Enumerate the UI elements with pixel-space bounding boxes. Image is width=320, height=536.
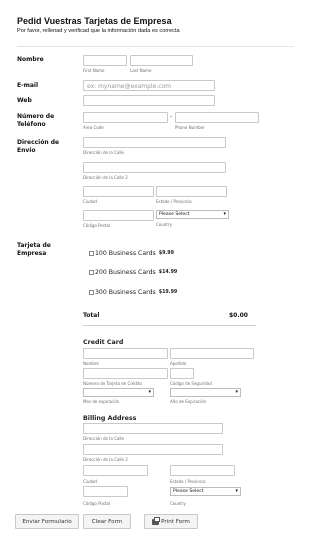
checkbox-300[interactable] [89,290,94,295]
form-title: Pedid Vuestras Tarjetas de Empresa [17,16,172,26]
phone-label: Número de Teléfono [17,113,55,128]
total-value: $0.00 [229,312,248,319]
checkbox-100[interactable] [89,251,94,256]
card-last-name-sublabel: Apellido [170,361,187,366]
billing-state-sublabel: Estado / Provincia [170,479,206,484]
product-300-price: $19.99 [158,290,178,295]
chevron-down-icon: ▾ [148,389,151,395]
card-label: Tarjeta de Empresa [17,242,51,257]
product-option-200[interactable]: 200 Business Cards $14.99 [89,269,177,276]
country-select-value: Please Select [159,212,190,217]
billing-city-sublabel: Ciudad [83,479,97,484]
printer-icon [152,516,160,525]
total-label: Total [83,312,100,319]
billing-city-input[interactable] [83,465,148,476]
submit-button[interactable]: Enviar Formulario [15,514,79,529]
street-input[interactable] [83,137,226,148]
billing-zip-sublabel: Código Postal [83,501,111,506]
street2-sublabel: Dirección de la Calle 2 [83,175,128,180]
area-code-sublabel: Area Code [83,125,104,130]
first-name-input[interactable] [83,55,127,66]
billing-heading: Billing Address [83,415,137,422]
email-input[interactable]: ex: myname@example.com [83,80,215,91]
chevron-down-icon: ▾ [223,211,226,217]
form-subtitle: Por favor, rellenad y verificad que la i… [17,28,180,34]
product-option-100[interactable]: 100 Business Cards $9.99 [89,250,174,257]
expiry-year-sublabel: Año de Expiración [170,399,207,404]
area-code-input[interactable] [83,112,168,123]
phone-separator: - [170,113,173,120]
clear-form-button[interactable]: Clear Form [83,514,131,529]
expiry-year-select[interactable]: ▾ [170,388,241,397]
phone-number-input[interactable] [175,112,259,123]
print-form-label: Print Form [161,518,190,525]
product-100-label: 100 Business Cards [95,250,156,257]
billing-zip-input[interactable] [83,486,128,497]
state-input[interactable] [156,186,227,197]
first-name-sublabel: First Name [83,68,105,73]
card-last-name-input[interactable] [170,348,254,359]
billing-street-input[interactable] [83,423,223,434]
billing-street2-sublabel: Dirección de la Calle 2 [83,457,128,462]
phone-number-sublabel: Phone Number [175,125,205,130]
zip-sublabel: Código Postal [83,223,111,228]
billing-country-select[interactable]: Please Select ▾ [170,487,241,496]
product-option-300[interactable]: 300 Business Cards $19.99 [89,289,177,296]
header-divider [17,46,294,47]
card-number-input[interactable] [83,368,168,379]
expiry-month-sublabel: Mes de expiración [83,399,120,404]
credit-card-heading: Credit Card [83,339,124,346]
total-divider [83,325,256,326]
product-100-price: $9.99 [158,251,174,256]
zip-input[interactable] [83,210,154,221]
country-sublabel: Country [156,222,172,227]
billing-street2-input[interactable] [83,444,223,455]
product-200-price: $14.99 [158,270,178,275]
card-first-name-input[interactable] [83,348,168,359]
product-300-label: 300 Business Cards [95,289,156,296]
last-name-input[interactable] [130,55,193,66]
print-form-button[interactable]: Print Form [144,514,198,529]
card-number-sublabel: Número de Tarjeta de Crédito [83,381,142,386]
billing-street-sublabel: Dirección de la Calle [83,436,125,441]
billing-state-input[interactable] [170,465,235,476]
product-200-label: 200 Business Cards [95,269,156,276]
chevron-down-icon: ▾ [235,389,238,395]
street-sublabel: Dirección de la Calle [83,150,125,155]
billing-country-select-value: Please Select [173,489,204,494]
security-code-input[interactable] [170,368,194,379]
web-input[interactable] [83,95,215,106]
city-sublabel: Ciudad [83,199,97,204]
name-label: Nombre [17,56,44,63]
card-first-name-sublabel: Nombre [83,361,99,366]
security-code-sublabel: Código de Seguridad [170,381,212,386]
country-select[interactable]: Please Select ▾ [156,210,229,219]
web-label: Web [17,97,32,104]
email-label: E-mail [17,82,39,89]
chevron-down-icon: ▾ [235,488,238,494]
city-input[interactable] [83,186,154,197]
expiry-month-select[interactable]: ▾ [83,388,154,397]
billing-country-sublabel: Country [170,501,186,506]
last-name-sublabel: Last Name [130,68,152,73]
state-sublabel: Estado / Provincia [156,199,192,204]
checkbox-200[interactable] [89,270,94,275]
street2-input[interactable] [83,162,226,173]
address-label: Dirección de Envío [17,139,60,154]
